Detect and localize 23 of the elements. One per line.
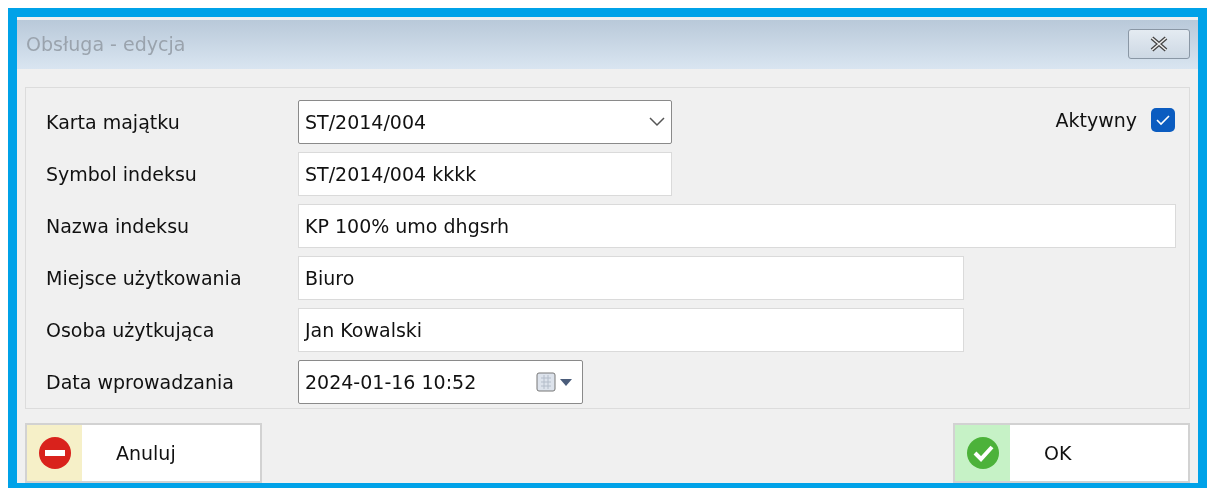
field-label: Symbol indeksu <box>45 162 198 185</box>
chevron-down-icon <box>649 116 665 127</box>
check-icon <box>965 436 1000 470</box>
date-field[interactable]: 2024-01-16 10:52 <box>298 359 583 404</box>
checkbox[interactable] <box>1151 107 1175 132</box>
text-field[interactable]: Jan Kowalski <box>298 307 964 352</box>
field-label: Osoba użytkująca <box>45 318 216 341</box>
cancel-button[interactable]: Anuluj <box>25 423 262 483</box>
close-icon <box>1148 36 1170 53</box>
text-field[interactable]: ST/2014/004 kkkk <box>298 151 672 196</box>
check-icon <box>1156 113 1170 126</box>
text-field[interactable]: KP 100% umo dhgsrh <box>298 203 1176 248</box>
window-title: Obsługa - edycja <box>26 33 186 56</box>
stop-icon <box>37 436 72 470</box>
field-label: Karta majątku <box>45 110 181 133</box>
field-label: Data wprowadzania <box>45 370 235 393</box>
combo-box[interactable]: ST/2014/004 <box>298 99 672 144</box>
checkbox-label: Aktywny <box>1055 108 1137 131</box>
field-label: Miejsce użytkowania <box>45 266 243 289</box>
close-button[interactable] <box>1128 29 1190 60</box>
ok-button[interactable]: OK <box>953 423 1190 483</box>
field-label: Nazwa indeksu <box>45 214 191 237</box>
text-field[interactable]: Biuro <box>298 255 964 300</box>
